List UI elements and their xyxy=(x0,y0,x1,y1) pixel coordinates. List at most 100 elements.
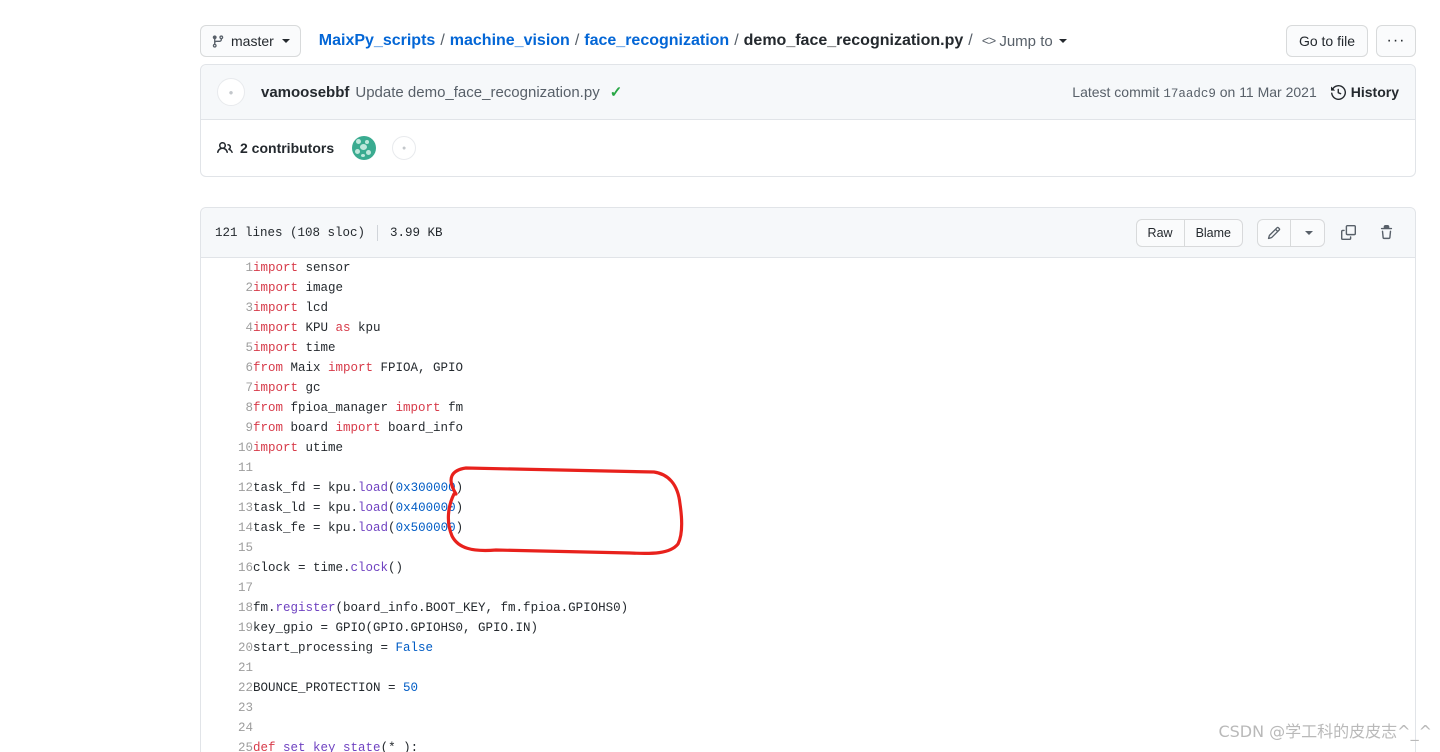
contributor-avatar-2[interactable]: ● xyxy=(392,136,417,160)
line-content: from fpioa_manager import fm xyxy=(253,398,1415,418)
code-line: 18 fm.register(board_info.BOOT_KEY, fm.fp… xyxy=(201,598,1415,618)
copy-raw-contents-button[interactable] xyxy=(1333,219,1363,247)
commit-meta: Latest commit 17aadc9 on 11 Mar 2021 His… xyxy=(1072,84,1399,101)
code-line: 22 BOUNCE_PROTECTION = 50 xyxy=(201,678,1415,698)
line-number[interactable]: 6 xyxy=(201,358,253,378)
contributors-count-label: 2 contributors xyxy=(240,140,335,156)
code-token: ) xyxy=(455,501,464,515)
trash-icon xyxy=(1379,225,1394,240)
line-content: key_gpio = GPIO(GPIO.GPIOHS0, GPIO.IN) xyxy=(253,618,1415,638)
line-number[interactable]: 12 xyxy=(201,478,253,498)
line-number[interactable]: 7 xyxy=(201,378,253,398)
commit-header-row: ● vamoosebbf Update demo_face_recognizat… xyxy=(201,65,1415,120)
line-number[interactable]: 3 xyxy=(201,298,253,318)
line-number[interactable]: 11 xyxy=(201,458,253,478)
code-line: 14 task_fe = kpu.load(0x500000) xyxy=(201,518,1415,538)
line-number[interactable]: 5 xyxy=(201,338,253,358)
code-token: board xyxy=(283,421,336,435)
jump-to-button[interactable]: <> Jump to xyxy=(982,33,1067,50)
code-token: ) xyxy=(455,481,464,495)
line-number[interactable]: 22 xyxy=(201,678,253,698)
line-number[interactable]: 18 xyxy=(201,598,253,618)
code-token: (board_info.BOOT_KEY, fm.fpioa.GPIOHS0) xyxy=(335,601,629,615)
line-number[interactable]: 16 xyxy=(201,558,253,578)
breadcrumb-item-machine-vision[interactable]: machine_vision xyxy=(450,32,570,50)
edit-file-button[interactable] xyxy=(1257,218,1291,247)
line-number[interactable]: 13 xyxy=(201,498,253,518)
file-toolbar-actions: Raw Blame xyxy=(1135,218,1401,247)
breadcrumb-item-repo[interactable]: MaixPy_scripts xyxy=(319,32,436,50)
line-content: import time xyxy=(253,338,1415,358)
raw-button[interactable]: Raw xyxy=(1135,218,1185,247)
code-token: utime xyxy=(298,441,344,455)
line-number[interactable]: 4 xyxy=(201,318,253,338)
code-token: KPU xyxy=(298,321,336,335)
breadcrumb-separator: / xyxy=(734,32,739,49)
divider xyxy=(377,224,379,241)
line-number[interactable]: 14 xyxy=(201,518,253,538)
code-viewer[interactable]: 1 import sensor 2 import image 3 import lcd 4 i… xyxy=(201,258,1415,752)
line-number[interactable]: 17 xyxy=(201,578,253,598)
code-line: 13 task_ld = kpu.load(0x400000) xyxy=(201,498,1415,518)
commit-message-link[interactable]: Update demo_face_recognization.py xyxy=(355,84,599,101)
commit-status-check-icon[interactable]: ✓ xyxy=(610,83,623,101)
blame-button[interactable]: Blame xyxy=(1184,218,1243,247)
github-file-view-page: master MaixPy_scripts / machine_vision /… xyxy=(0,0,1440,752)
contributors-row: 2 contributors ● xyxy=(201,120,1415,176)
line-number[interactable]: 9 xyxy=(201,418,253,438)
delete-file-button[interactable] xyxy=(1371,219,1401,247)
code-token: as xyxy=(335,321,351,335)
code-body: 1 import sensor 2 import image 3 import lcd 4 i… xyxy=(201,258,1415,752)
line-number[interactable]: 20 xyxy=(201,638,253,658)
line-content: import image xyxy=(253,278,1415,298)
commit-sha-link[interactable]: 17aadc9 xyxy=(1163,87,1216,101)
line-number[interactable]: 24 xyxy=(201,718,253,738)
code-token: ) xyxy=(455,521,464,535)
line-content: task_fd = kpu.load(0x300000) xyxy=(253,478,1415,498)
latest-commit-box: ● vamoosebbf Update demo_face_recognizat… xyxy=(200,64,1416,177)
line-number[interactable]: 10 xyxy=(201,438,253,458)
go-to-file-button[interactable]: Go to file xyxy=(1285,25,1368,57)
history-label: History xyxy=(1350,84,1399,100)
code-line: 5 import time xyxy=(201,338,1415,358)
line-number[interactable]: 2 xyxy=(201,278,253,298)
code-table: 1 import sensor 2 import image 3 import lcd 4 i… xyxy=(201,258,1415,752)
breadcrumb-separator: / xyxy=(968,32,973,49)
line-number[interactable]: 21 xyxy=(201,658,253,678)
line-number[interactable]: 15 xyxy=(201,538,253,558)
history-clock-icon xyxy=(1330,84,1346,100)
line-content xyxy=(253,658,1415,678)
code-brackets-icon: <> xyxy=(981,33,997,49)
more-options-button[interactable]: ··· xyxy=(1376,25,1416,57)
line-content: import KPU as kpu xyxy=(253,318,1415,338)
code-token: import xyxy=(253,321,299,335)
line-content: import sensor xyxy=(253,258,1415,278)
code-token: load xyxy=(358,501,389,515)
code-token: Maix xyxy=(283,361,329,375)
contributors-link[interactable]: 2 contributors xyxy=(217,140,334,156)
code-line: 2 import image xyxy=(201,278,1415,298)
code-line: 12 task_fd = kpu.load(0x300000) xyxy=(201,478,1415,498)
code-token: import xyxy=(253,281,299,295)
contributor-avatar-1[interactable] xyxy=(352,136,377,160)
line-number[interactable]: 8 xyxy=(201,398,253,418)
code-line: 10 import utime xyxy=(201,438,1415,458)
history-link[interactable]: History xyxy=(1330,84,1399,100)
line-number[interactable]: 1 xyxy=(201,258,253,278)
line-content xyxy=(253,698,1415,718)
line-content: start_processing = False xyxy=(253,638,1415,658)
code-token: key_gpio = GPIO(GPIO.GPIOHS0, GPIO.IN) xyxy=(253,621,539,635)
line-number[interactable]: 23 xyxy=(201,698,253,718)
edit-dropdown-button[interactable] xyxy=(1291,218,1325,247)
avatar[interactable]: ● xyxy=(217,78,245,106)
code-token: import xyxy=(253,441,299,455)
breadcrumb-item-face-recognization[interactable]: face_recognization xyxy=(584,32,729,50)
line-number[interactable]: 19 xyxy=(201,618,253,638)
line-content xyxy=(253,458,1415,478)
file-toolbar: 121 lines (108 sloc) 3.99 KB Raw Blame xyxy=(201,208,1415,258)
code-token: ( xyxy=(388,501,396,515)
line-number[interactable]: 25 xyxy=(201,738,253,752)
branch-selector-button[interactable]: master xyxy=(200,25,301,57)
commit-author-link[interactable]: vamoosebbf xyxy=(261,84,349,101)
code-token: FPIOA, GPIO xyxy=(373,361,464,375)
